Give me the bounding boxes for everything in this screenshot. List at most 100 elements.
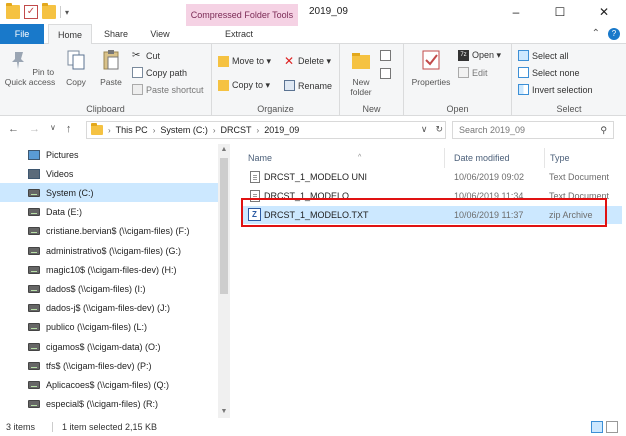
maximize-button[interactable]: ☐ bbox=[538, 0, 582, 24]
address-bar[interactable]: › This PC › System (C:) › DRCST › 2019_0… bbox=[86, 121, 446, 139]
sidebar-item-label: publico (\\cigam-files) (L:) bbox=[46, 322, 148, 333]
copy-path-button[interactable]: Copy path bbox=[132, 67, 187, 78]
delete-button[interactable]: ✕ Delete ▾ bbox=[284, 55, 331, 67]
clipboard-label: Clipboard bbox=[86, 104, 125, 114]
sidebar-item-label: Videos bbox=[46, 168, 74, 179]
close-button[interactable]: ✕ bbox=[582, 0, 626, 24]
breadcrumb-2019-09[interactable]: 2019_09 bbox=[264, 125, 299, 135]
sidebar-item-label: especial$ (\\cigam-files) (R:) bbox=[46, 399, 159, 410]
search-input[interactable]: Search 2019_09 ⚲ bbox=[452, 121, 614, 139]
scroll-down-icon[interactable]: ▼ bbox=[218, 406, 230, 418]
new-item-button[interactable] bbox=[380, 50, 391, 61]
scrollbar-thumb[interactable] bbox=[220, 158, 228, 294]
paste-shortcut-button[interactable]: Paste shortcut bbox=[132, 84, 204, 95]
tab-file[interactable]: File bbox=[0, 24, 44, 44]
sidebar-item[interactable]: magic10$ (\\cigam-files-dev) (H:) bbox=[0, 260, 218, 279]
qat-separator bbox=[60, 6, 61, 18]
pictures-icon bbox=[28, 149, 40, 160]
quick-access-toolbar: ✓ ▾ bbox=[6, 3, 69, 19]
large-icons-view-icon[interactable] bbox=[606, 421, 618, 433]
select-none-icon bbox=[518, 67, 529, 78]
tab-view[interactable]: View bbox=[140, 24, 180, 44]
sidebar-item-label: administrativo$ (\\cigam-files) (G:) bbox=[46, 245, 182, 256]
tab-extract[interactable]: Extract bbox=[214, 24, 264, 44]
sidebar-item-label: dados-j$ (\\cigam-files-dev) (J:) bbox=[46, 303, 171, 314]
sidebar-item-label: Aplicacoes$ (\\cigam-files) (Q:) bbox=[46, 379, 170, 390]
edit-button[interactable]: Edit bbox=[458, 67, 488, 78]
drive-icon bbox=[28, 208, 40, 217]
up-arrow-icon[interactable]: ↑ bbox=[66, 123, 72, 135]
copy-button[interactable]: Copy bbox=[62, 48, 90, 87]
help-icon[interactable]: ? bbox=[608, 28, 620, 40]
breadcrumb-system-c[interactable]: System (C:) bbox=[160, 125, 208, 135]
videos-icon bbox=[28, 168, 40, 179]
network-drive-icon bbox=[28, 361, 40, 370]
sidebar-item-label: Pictures bbox=[46, 149, 79, 160]
tab-home[interactable]: Home bbox=[48, 24, 92, 45]
column-type[interactable]: Type bbox=[550, 148, 620, 168]
column-divider bbox=[544, 148, 545, 168]
breadcrumb-drcst[interactable]: DRCST bbox=[221, 125, 252, 135]
pin-quick-access-button[interactable]: Pin to Quick access bbox=[4, 48, 56, 87]
column-divider bbox=[444, 148, 445, 168]
sidebar-item-label: tfs$ (\\cigam-files-dev) (P:) bbox=[46, 360, 152, 371]
new-folder-icon bbox=[352, 53, 370, 69]
edit-icon bbox=[458, 67, 469, 78]
sidebar-item[interactable]: Pictures bbox=[0, 145, 218, 164]
properties-button[interactable]: Properties bbox=[408, 48, 454, 87]
sidebar-item[interactable]: Aplicacoes$ (\\cigam-files) (Q:) bbox=[0, 375, 218, 394]
window-title: 2019_09 bbox=[309, 6, 348, 17]
invert-selection-icon bbox=[518, 84, 529, 95]
easy-access-icon bbox=[380, 68, 391, 79]
recent-locations-icon[interactable]: ∨ bbox=[50, 123, 56, 135]
sidebar-item[interactable]: especial$ (\\cigam-files) (R:) bbox=[0, 395, 218, 414]
new-folder-button[interactable]: New folder bbox=[346, 48, 376, 97]
paste-button[interactable]: Paste bbox=[96, 48, 126, 87]
organize-label: Organize bbox=[257, 104, 294, 114]
file-row[interactable]: DRCST_1_MODELO UNI 10/06/2019 09:02 Text D… bbox=[242, 168, 622, 186]
sidebar-item[interactable]: cristiane.bervian$ (\\cigam-files) (F:) bbox=[0, 222, 218, 241]
rename-button[interactable]: Rename bbox=[284, 80, 332, 91]
new-folder-icon[interactable] bbox=[42, 3, 56, 19]
move-to-button[interactable]: Move to ▾ bbox=[218, 56, 271, 67]
select-none-button[interactable]: Select none bbox=[518, 67, 580, 78]
properties-icon bbox=[422, 50, 440, 70]
open-icon: 7z bbox=[458, 50, 469, 61]
paste-shortcut-icon bbox=[132, 84, 143, 95]
sidebar-item[interactable]: dados$ (\\cigam-files) (I:) bbox=[0, 279, 218, 298]
address-dropdown-icon[interactable]: ∨ bbox=[421, 124, 428, 135]
sidebar-item[interactable]: tfs$ (\\cigam-files-dev) (P:) bbox=[0, 356, 218, 375]
details-view-icon[interactable] bbox=[591, 421, 603, 433]
invert-selection-button[interactable]: Invert selection bbox=[518, 84, 593, 95]
search-icon[interactable]: ⚲ bbox=[600, 122, 607, 138]
easy-access-button[interactable] bbox=[380, 68, 391, 79]
back-arrow-icon[interactable]: ← bbox=[8, 123, 19, 135]
sidebar-item[interactable]: System (C:) bbox=[0, 183, 218, 203]
qat-dropdown-icon[interactable]: ▾ bbox=[65, 8, 69, 17]
compressed-folder-tools-tab[interactable]: Compressed Folder Tools bbox=[186, 4, 298, 26]
minimize-button[interactable]: – bbox=[494, 0, 538, 24]
properties-check-icon[interactable]: ✓ bbox=[24, 5, 38, 19]
open-button[interactable]: 7z Open ▾ bbox=[458, 50, 501, 61]
column-name[interactable]: Name ^ bbox=[248, 148, 438, 168]
new-group: New folder New bbox=[340, 44, 404, 116]
select-all-button[interactable]: Select all bbox=[518, 50, 569, 61]
sidebar-scrollbar[interactable]: ▲ ▼ bbox=[218, 144, 230, 418]
sidebar-item[interactable]: dados-j$ (\\cigam-files-dev) (J:) bbox=[0, 299, 218, 318]
breadcrumb-this-pc[interactable]: This PC bbox=[116, 125, 148, 135]
refresh-icon[interactable]: ↻ bbox=[435, 124, 443, 135]
sidebar-item[interactable]: publico (\\cigam-files) (L:) bbox=[0, 318, 218, 337]
copy-to-button[interactable]: Copy to ▾ bbox=[218, 80, 270, 91]
network-drive-icon bbox=[28, 284, 40, 293]
select-all-icon bbox=[518, 50, 529, 61]
sidebar-item[interactable]: cigamos$ (\\cigam-data) (O:) bbox=[0, 337, 218, 356]
forward-arrow-icon[interactable]: → bbox=[29, 123, 40, 135]
column-date-modified[interactable]: Date modified bbox=[454, 148, 544, 168]
sidebar-item[interactable]: administrativo$ (\\cigam-files) (G:) bbox=[0, 241, 218, 260]
collapse-ribbon-icon[interactable]: ⌃ bbox=[592, 28, 600, 40]
sidebar-item[interactable]: Data (E:) bbox=[0, 203, 218, 222]
scroll-up-icon[interactable]: ▲ bbox=[218, 144, 230, 156]
cut-button[interactable]: ✂ Cut bbox=[132, 50, 160, 61]
sidebar-item[interactable]: Videos bbox=[0, 164, 218, 183]
tab-share[interactable]: Share bbox=[96, 24, 136, 44]
